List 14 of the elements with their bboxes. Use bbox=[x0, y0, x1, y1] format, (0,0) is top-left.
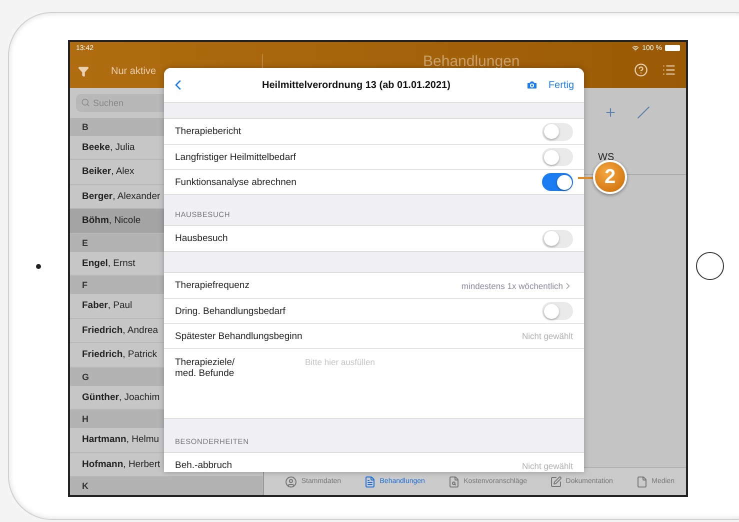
row-label: Spätester Behandlungsbeginn bbox=[175, 330, 304, 342]
row-label: Hausbesuch bbox=[175, 233, 229, 244]
row-value: mindestens 1x wöchentlich bbox=[461, 280, 563, 290]
step-badge: 2 bbox=[593, 160, 627, 194]
row-text: WS bbox=[598, 152, 614, 163]
row-label: Dring. Behandlungsbedarf bbox=[175, 306, 286, 316]
section-header: K bbox=[70, 477, 263, 495]
modal-title: Heilmittelverordnung 13 (ab 01.01.2021) bbox=[261, 80, 452, 90]
row-label: Therapiebericht bbox=[175, 126, 242, 137]
row-label: Langfristiger Heilmittelbedarf bbox=[175, 152, 297, 162]
nav-title: Behandlungen bbox=[423, 53, 520, 70]
row-label: Beh.-abbruch bbox=[175, 460, 234, 471]
row-label: Therapiefrequenz bbox=[175, 280, 250, 291]
row-label: Funktionsanalyse abrechnen bbox=[175, 176, 298, 188]
